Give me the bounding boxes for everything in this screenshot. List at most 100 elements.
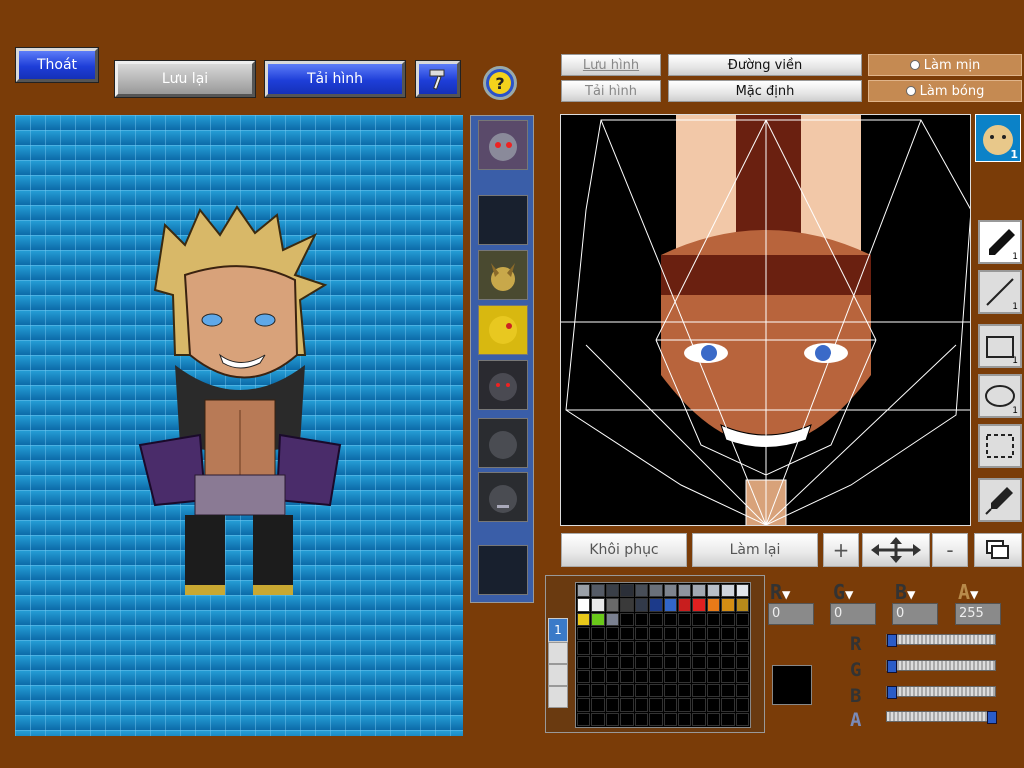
palette-cell[interactable]: [620, 655, 634, 669]
palette-cell[interactable]: [663, 655, 677, 669]
palette-cell[interactable]: [692, 712, 706, 726]
palette-cell[interactable]: [649, 598, 663, 612]
palette-cell[interactable]: [663, 669, 677, 684]
palette-cell[interactable]: [577, 626, 591, 641]
palette-cell[interactable]: [706, 655, 721, 669]
outline-button[interactable]: Đường viền: [668, 54, 862, 76]
help-button[interactable]: ?: [483, 66, 517, 100]
pen-tool-button[interactable]: 1: [978, 220, 1022, 264]
palette-cell[interactable]: [620, 598, 634, 612]
save-button[interactable]: Lưu lại: [115, 61, 255, 97]
palette-cell[interactable]: [634, 584, 649, 598]
palette-cell[interactable]: [677, 712, 692, 726]
palette-cell[interactable]: [706, 612, 721, 626]
palette-cell[interactable]: [706, 669, 721, 684]
palette-cell[interactable]: [591, 712, 605, 726]
alpha-slider-knob[interactable]: [987, 711, 997, 724]
palette-cell[interactable]: [649, 669, 663, 684]
palette-cell[interactable]: [634, 684, 649, 698]
palette-cell[interactable]: [735, 626, 749, 641]
palette-cell[interactable]: [692, 598, 706, 612]
palette-cell[interactable]: [577, 641, 591, 655]
palette-cell[interactable]: [577, 712, 591, 726]
save-image-button[interactable]: Lưu hình: [561, 54, 661, 76]
palette-cell[interactable]: [692, 584, 706, 598]
palette-cell[interactable]: [605, 584, 620, 598]
smooth-radio[interactable]: Làm mịn: [868, 54, 1022, 76]
palette-cell[interactable]: [677, 655, 692, 669]
palette-cell[interactable]: [605, 712, 620, 726]
palette-cell[interactable]: [735, 598, 749, 612]
palette-cell[interactable]: [634, 598, 649, 612]
palette-cell[interactable]: [620, 684, 634, 698]
palette-cell[interactable]: [706, 641, 721, 655]
palette-cell[interactable]: [692, 655, 706, 669]
face-thumb-5[interactable]: [478, 360, 528, 410]
exit-button[interactable]: Thoát: [16, 48, 98, 82]
palette-cell[interactable]: [620, 584, 634, 598]
palette-cell[interactable]: [692, 641, 706, 655]
palette-cell[interactable]: [677, 684, 692, 698]
palette-tab-1[interactable]: 1: [548, 618, 568, 642]
palette-cell[interactable]: [677, 669, 692, 684]
palette-cell[interactable]: [706, 584, 721, 598]
palette-cell[interactable]: [721, 698, 735, 712]
blue-slider-knob[interactable]: [887, 686, 897, 699]
alpha-value-field[interactable]: 255: [955, 603, 1001, 625]
palette-cell[interactable]: [605, 669, 620, 684]
selection-tool-button[interactable]: [978, 424, 1022, 468]
palette-cell[interactable]: [721, 584, 735, 598]
line-tool-button[interactable]: 1: [978, 270, 1022, 314]
palette-cell[interactable]: [721, 612, 735, 626]
palette-cell[interactable]: [721, 598, 735, 612]
palette-cell[interactable]: [634, 698, 649, 712]
palette-cell[interactable]: [605, 612, 620, 626]
palette-cell[interactable]: [577, 655, 591, 669]
green-slider-knob[interactable]: [887, 660, 897, 673]
palette-cell[interactable]: [591, 612, 605, 626]
palette-cell[interactable]: [706, 698, 721, 712]
palette-cell[interactable]: [692, 684, 706, 698]
palette-cell[interactable]: [620, 712, 634, 726]
palette-cell[interactable]: [577, 612, 591, 626]
palette-cell[interactable]: [620, 669, 634, 684]
palette-cell[interactable]: [721, 684, 735, 698]
palette-cell[interactable]: [735, 655, 749, 669]
palette-cell[interactable]: [649, 684, 663, 698]
redo-button[interactable]: Làm lại: [692, 533, 818, 567]
palette-cell[interactable]: [721, 669, 735, 684]
palette-cell[interactable]: [663, 712, 677, 726]
red-slider-knob[interactable]: [887, 634, 897, 647]
palette-cell[interactable]: [706, 626, 721, 641]
palette-cell[interactable]: [577, 584, 591, 598]
reload-button[interactable]: Tải hình: [265, 61, 405, 97]
zoom-out-button[interactable]: -: [932, 533, 968, 567]
palette-cell[interactable]: [649, 584, 663, 598]
texture-canvas[interactable]: [560, 114, 971, 526]
zoom-in-button[interactable]: +: [823, 533, 859, 567]
palette-cell[interactable]: [677, 598, 692, 612]
palette-cell[interactable]: [605, 655, 620, 669]
palette-cell[interactable]: [591, 584, 605, 598]
palette-cell[interactable]: [721, 641, 735, 655]
palette-cell[interactable]: [649, 712, 663, 726]
palette-cell[interactable]: [649, 641, 663, 655]
palette-cell[interactable]: [591, 655, 605, 669]
layer-button[interactable]: [974, 533, 1022, 567]
palette-tab-2[interactable]: [548, 642, 568, 664]
palette-cell[interactable]: [677, 641, 692, 655]
palette-cell[interactable]: [721, 712, 735, 726]
palette-cell[interactable]: [692, 612, 706, 626]
palette-cell[interactable]: [577, 684, 591, 698]
face-thumb-3[interactable]: [478, 250, 528, 300]
palette-cell[interactable]: [605, 698, 620, 712]
move-button[interactable]: [862, 533, 930, 567]
palette-cell[interactable]: [663, 584, 677, 598]
palette-cell[interactable]: [605, 684, 620, 698]
face-thumb-2[interactable]: [478, 195, 528, 245]
palette-cell[interactable]: [735, 712, 749, 726]
blue-value-field[interactable]: 0: [892, 603, 938, 625]
palette-cell[interactable]: [634, 712, 649, 726]
palette-tab-4[interactable]: [548, 686, 568, 708]
palette-cell[interactable]: [663, 641, 677, 655]
